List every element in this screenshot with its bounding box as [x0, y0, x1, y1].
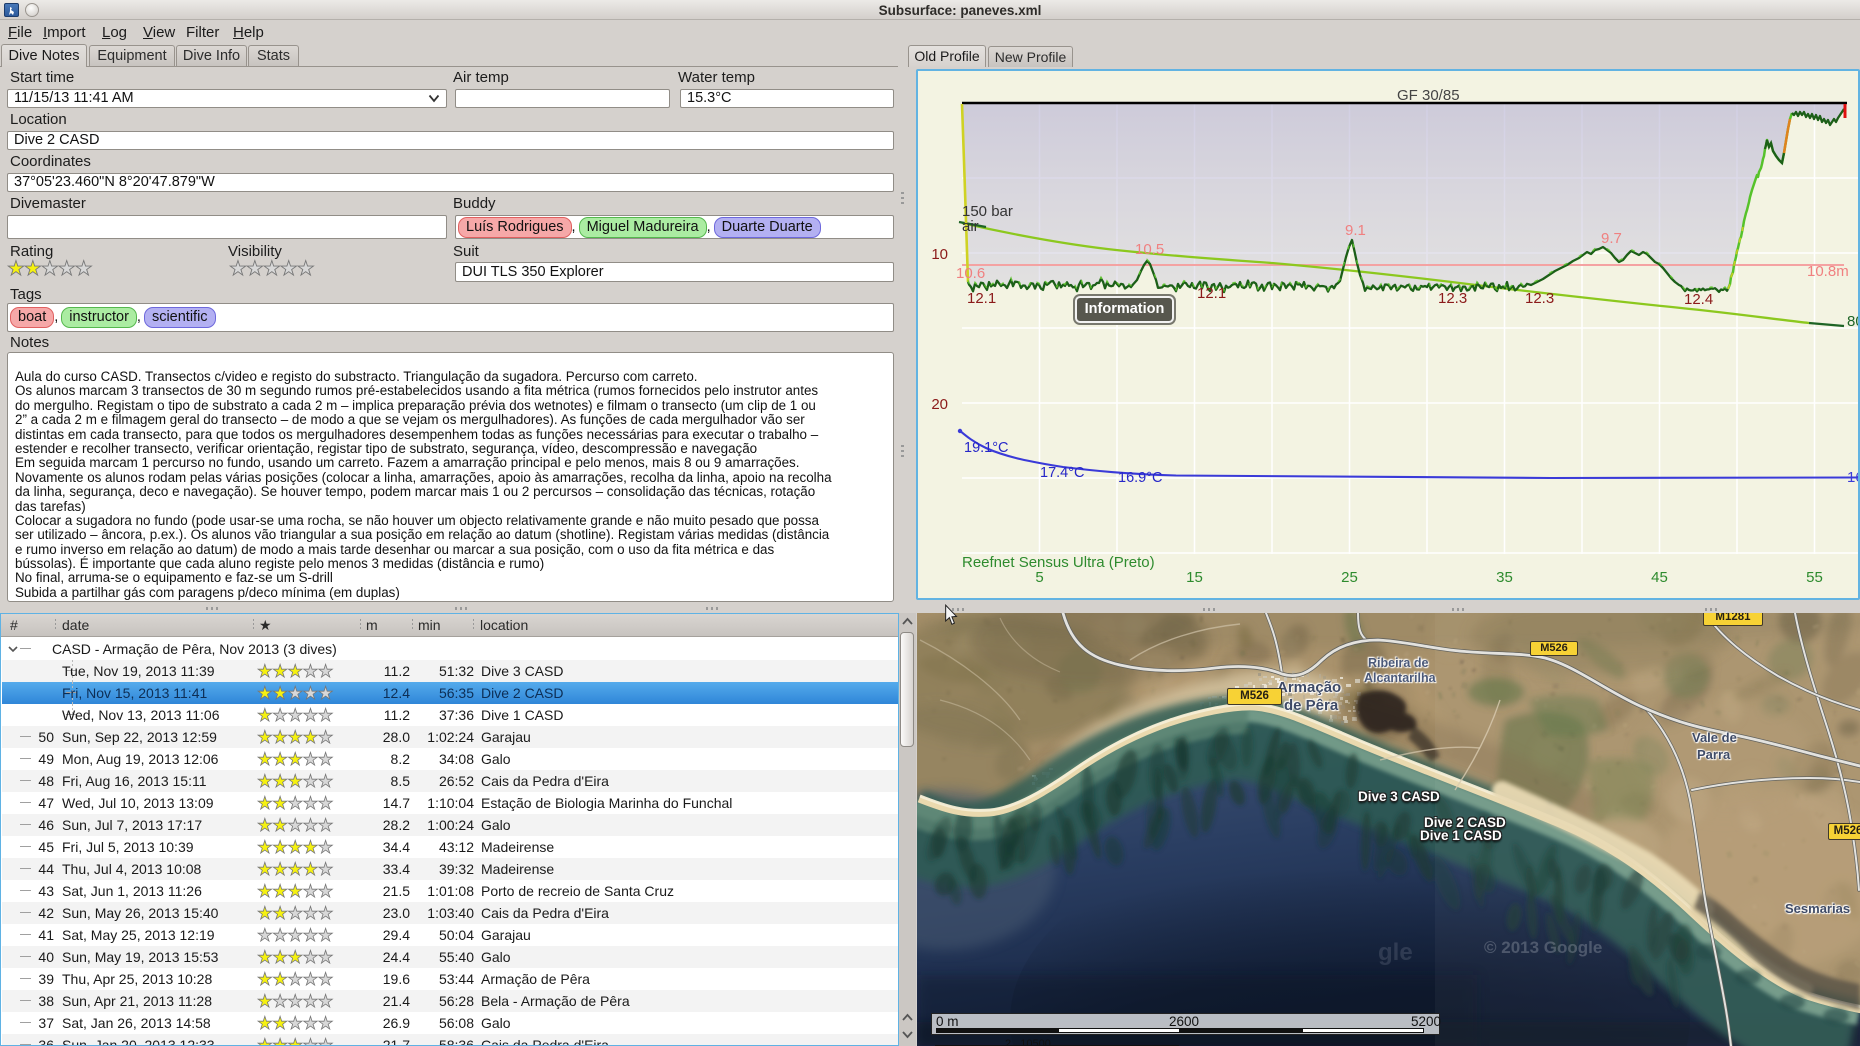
svg-text:45: 45	[1651, 569, 1668, 586]
svg-text:© 2013 Google: © 2013 Google	[1484, 938, 1602, 957]
svg-text:12.1: 12.1	[1197, 285, 1226, 302]
svg-text:12.4: 12.4	[1684, 291, 1713, 308]
svg-text:19.1°C: 19.1°C	[964, 440, 1009, 456]
svg-text:80: 80	[1847, 313, 1858, 330]
svg-text:12.3: 12.3	[1525, 290, 1554, 307]
svg-text:9.1: 9.1	[1345, 222, 1366, 239]
svg-text:16.9°C: 16.9°C	[1118, 470, 1163, 486]
svg-text:10.8m: 10.8m	[1807, 263, 1849, 280]
svg-text:air: air	[962, 218, 979, 235]
svg-text:10.6: 10.6	[956, 265, 985, 282]
svg-text:9.7: 9.7	[1601, 230, 1622, 247]
svg-text:12.3: 12.3	[1438, 290, 1467, 307]
svg-text:35: 35	[1496, 569, 1513, 586]
svg-text:Reefnet Sensus Ultra (Preto): Reefnet Sensus Ultra (Preto)	[962, 554, 1155, 571]
svg-text:10.5: 10.5	[1135, 241, 1164, 258]
svg-text:55: 55	[1806, 569, 1823, 586]
svg-text:GF 30/85: GF 30/85	[1397, 87, 1460, 104]
svg-text:5: 5	[1035, 569, 1043, 586]
svg-text:25: 25	[1341, 569, 1358, 586]
svg-text:10: 10	[931, 246, 948, 263]
svg-text:16.: 16.	[1847, 469, 1858, 486]
svg-text:12.1: 12.1	[967, 290, 996, 307]
svg-text:17.4°C: 17.4°C	[1040, 465, 1085, 481]
svg-text:15: 15	[1186, 569, 1203, 586]
svg-text:gle: gle	[1378, 939, 1413, 966]
svg-text:20: 20	[931, 396, 948, 413]
